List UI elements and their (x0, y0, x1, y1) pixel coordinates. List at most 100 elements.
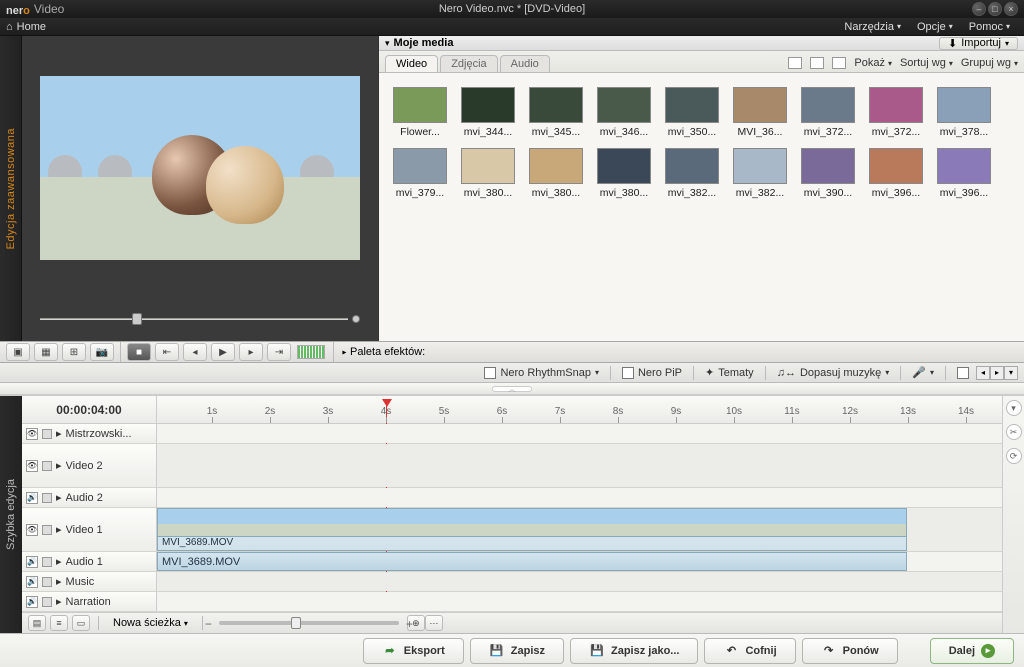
maximize-button[interactable]: □ (988, 2, 1002, 16)
snapshot-button[interactable]: 📷 (90, 343, 114, 361)
undo-button[interactable]: ↶Cofnij (704, 638, 795, 664)
mic-button[interactable]: 🎤▾ (905, 365, 941, 381)
zoom-options-button[interactable]: ⋯ (425, 615, 443, 631)
home-icon[interactable]: ⌂ (6, 21, 13, 33)
media-item[interactable]: mvi_390... (801, 148, 855, 199)
speaker-icon[interactable]: 🔊 (26, 492, 38, 504)
preview-video-frame[interactable] (40, 76, 360, 260)
go-end-button[interactable]: ⇥ (267, 343, 291, 361)
menu-options[interactable]: Opcje▾ (909, 21, 961, 33)
go-start-button[interactable]: ⇤ (155, 343, 179, 361)
redo-button[interactable]: ↷Ponów (802, 638, 898, 664)
save-as-button[interactable]: 💾Zapisz jako... (570, 638, 698, 664)
timeline-view1-button[interactable]: ▤ (28, 615, 46, 631)
track-body-audio2[interactable] (157, 488, 1002, 507)
export-button[interactable]: ➦Eksport (363, 638, 464, 664)
prev-frame-button[interactable]: ◂ (183, 343, 207, 361)
expand-icon[interactable]: ▸ (56, 575, 62, 588)
expand-icon[interactable]: ▸ (56, 427, 62, 440)
media-tab-video[interactable]: Wideo (385, 55, 438, 72)
track-header-audio2[interactable]: 🔊▸Audio 2 (22, 488, 157, 507)
eye-icon[interactable]: 👁 (26, 460, 38, 472)
media-item[interactable]: mvi_372... (801, 87, 855, 138)
pip-button[interactable]: Nero PiP (615, 365, 689, 381)
track-header-audio1[interactable]: 🔊▸Audio 1 (22, 552, 157, 571)
timecode-display[interactable]: 00:00:04:00 (22, 396, 157, 424)
track-body-video1[interactable]: MVI_3689.MOV (157, 508, 1002, 551)
expand-icon[interactable]: ▸ (56, 459, 62, 472)
preview-scrubber[interactable] (40, 305, 360, 333)
minimize-button[interactable]: – (972, 2, 986, 16)
save-button[interactable]: 💾Zapisz (470, 638, 564, 664)
sort-dropdown[interactable]: Sortuj wg▾ (900, 57, 953, 69)
scroll-menu-button[interactable]: ▾ (1004, 366, 1018, 380)
menu-tools[interactable]: Narzędzia▾ (836, 21, 909, 33)
link-tool-button[interactable]: ⟳ (1006, 448, 1022, 464)
audio-clip[interactable]: MVI_3689.MOV (157, 552, 907, 571)
marker-tool-button[interactable]: ▾ (1006, 400, 1022, 416)
menu-help[interactable]: Pomoc▾ (961, 21, 1018, 33)
speaker-icon[interactable]: 🔊 (26, 596, 38, 608)
media-item[interactable]: mvi_380... (597, 148, 651, 199)
expand-icon[interactable]: ▸ (56, 555, 62, 568)
close-button[interactable]: × (1004, 2, 1018, 16)
themes-button[interactable]: ✦Tematy (698, 365, 761, 381)
media-item[interactable]: mvi_350... (665, 87, 719, 138)
safezone-button[interactable]: ⊞ (62, 343, 86, 361)
track-header-music[interactable]: 🔊▸Music (22, 572, 157, 591)
media-item[interactable]: mvi_344... (461, 87, 515, 138)
track-header-narration[interactable]: 🔊▸Narration (22, 592, 157, 611)
media-item[interactable]: MVI_36... (733, 87, 787, 138)
rhythm-snap-button[interactable]: Nero RhythmSnap▾ (477, 365, 606, 381)
track-body-music[interactable] (157, 572, 1002, 591)
play-button[interactable]: ▶ (211, 343, 235, 361)
speaker-icon[interactable]: 🔊 (26, 556, 38, 568)
track-header-video2[interactable]: 👁▸Video 2 (22, 444, 157, 487)
track-body-audio1[interactable]: MVI_3689.MOV (157, 552, 1002, 571)
media-item[interactable]: mvi_382... (733, 148, 787, 199)
media-item[interactable]: mvi_396... (937, 148, 991, 199)
expand-icon[interactable]: ▸ (56, 523, 62, 536)
media-item[interactable]: mvi_372... (869, 87, 923, 138)
eye-icon[interactable]: 👁 (26, 428, 38, 440)
next-button[interactable]: Dalej▸ (930, 638, 1014, 664)
import-button[interactable]: ⬇ Importuj ▾ (939, 37, 1018, 50)
track-header-master[interactable]: 👁▸Mistrzowski... (22, 424, 157, 443)
media-item[interactable]: mvi_380... (529, 148, 583, 199)
media-item[interactable]: mvi_380... (461, 148, 515, 199)
side-tab-advanced[interactable]: Edycja zaawansowana (0, 36, 22, 341)
track-header-video1[interactable]: 👁▸Video 1 (22, 508, 157, 551)
scroll-right-button[interactable]: ▸ (990, 366, 1004, 380)
view-list-icon[interactable] (810, 57, 824, 69)
speaker-icon[interactable]: 🔊 (26, 576, 38, 588)
new-track-button[interactable]: Nowa ścieżka▾ (107, 617, 194, 629)
show-dropdown[interactable]: Pokaż▾ (854, 57, 892, 69)
fit-music-button[interactable]: ♫↔Dopasuj muzykę▾ (770, 365, 897, 381)
media-tab-photos[interactable]: Zdjęcia (440, 55, 497, 72)
group-dropdown[interactable]: Grupuj wg▾ (961, 57, 1018, 69)
home-link[interactable]: Home (17, 21, 46, 33)
lock-icon[interactable] (42, 429, 52, 439)
view-grid-icon[interactable] (788, 57, 802, 69)
media-tab-audio[interactable]: Audio (500, 55, 550, 72)
panel-gripper[interactable]: ︿ (0, 383, 1024, 395)
expand-icon[interactable]: ▸ (56, 595, 62, 608)
track-body-narration[interactable] (157, 592, 1002, 611)
expand-icon[interactable]: ▸ (56, 491, 62, 504)
view-detail-icon[interactable] (832, 57, 846, 69)
lock-icon[interactable] (42, 577, 52, 587)
cut-tool-button[interactable]: ✂ (1006, 424, 1022, 440)
zoom-slider[interactable]: − + (219, 621, 399, 625)
extra-tool-button[interactable] (950, 365, 976, 381)
effects-palette-header[interactable]: ▾ Paleta efektów: (334, 346, 433, 358)
timeline-view3-button[interactable]: ▭ (72, 615, 90, 631)
media-item[interactable]: mvi_346... (597, 87, 651, 138)
lock-icon[interactable] (42, 597, 52, 607)
media-item[interactable]: mvi_382... (665, 148, 719, 199)
media-item[interactable]: mvi_379... (393, 148, 447, 199)
eye-icon[interactable]: 👁 (26, 524, 38, 536)
lock-icon[interactable] (42, 461, 52, 471)
media-item[interactable]: mvi_345... (529, 87, 583, 138)
timeline-ruler[interactable]: 1s2s3s4s5s6s7s8s9s10s11s12s13s14s (157, 396, 1002, 424)
track-body-video2[interactable] (157, 444, 1002, 487)
